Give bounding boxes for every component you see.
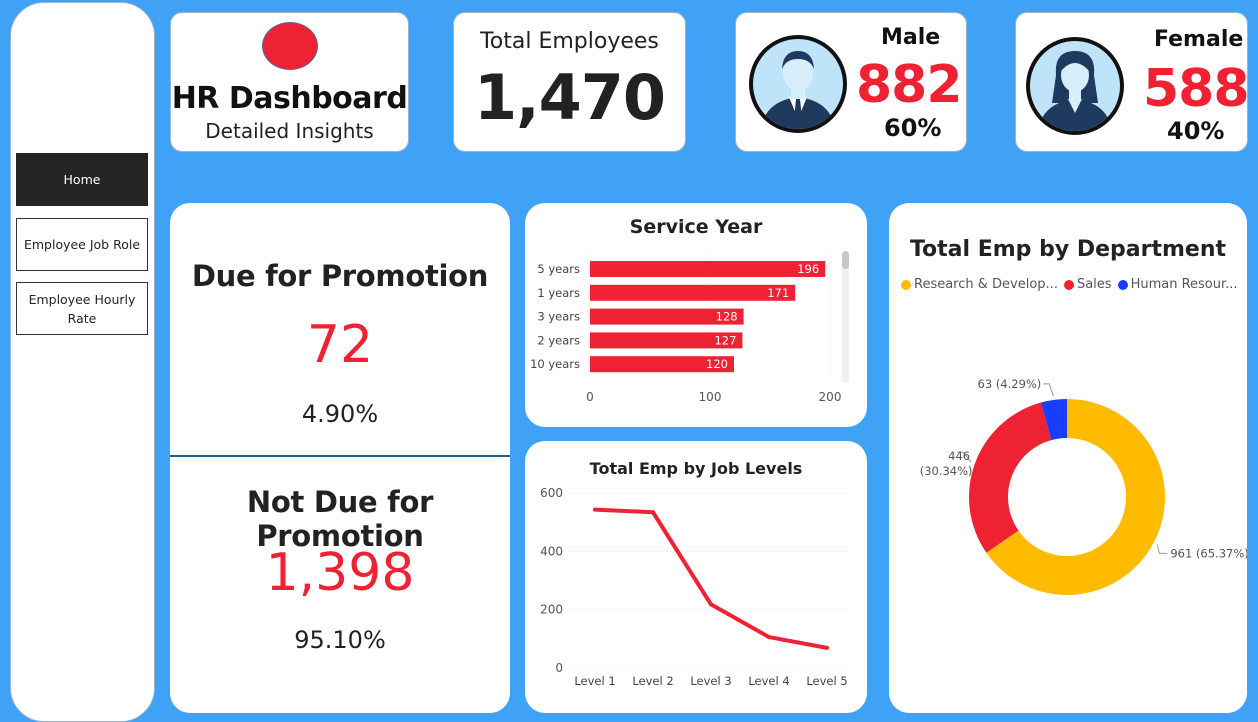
total-employees-label: Total Employees [480,29,659,54]
x-tick-label: Level 4 [748,674,789,688]
data-label-leader [1043,383,1054,397]
scrollbar-track [842,251,849,383]
female-label: Female [1154,27,1244,52]
nav-home-button[interactable]: Home [16,153,148,206]
line-point [593,507,597,512]
bar-data-label: 128 [716,310,738,324]
nav-employee-hourly-rate-button[interactable]: Employee Hourly Rate [16,282,148,335]
donut-data-label: 63 (4.29%) [978,377,1042,391]
male-avatar-icon [749,35,847,133]
female-value: 588 [1143,59,1250,119]
title-card: HR Dashboard Detailed Insights [170,12,409,152]
line-point [709,602,713,607]
y-tick-label: 5 years [537,262,580,276]
sidebar: Home Employee Job Role Employee Hourly R… [10,2,155,722]
male-percentage: 60% [884,114,942,142]
donut-data-label: (30.34%) [920,464,973,478]
due-promotion-value: 72 [306,315,374,375]
due-promotion-percentage: 4.90% [301,400,379,428]
bar [590,261,826,277]
line-series [594,507,828,650]
y-tick-label: 2 years [537,333,580,347]
job-levels-chart-card: Total Emp by Job Levels 0 200 400 600 Level … [525,441,867,713]
bar-data-label: 127 [714,333,736,347]
promotion-divider [170,455,510,457]
x-tick-label: Level 2 [632,674,673,688]
y-tick-label: 600 [540,486,563,500]
line-point [767,635,771,640]
y-tick-label: 3 years [537,310,580,324]
dashboard-subtitle: Detailed Insights [205,119,374,143]
y-tick-label: 0 [555,661,563,675]
y-tick-label: 10 years [530,357,580,371]
bar-data-label: 196 [797,262,819,276]
female-card: Female 588 40% [1015,12,1250,152]
y-tick-label: 200 [540,603,563,617]
y-tick-label: 1 years [537,286,580,300]
service-year-bar-chart: 0 100 200 5 years 196 1 years 171 3 years 128 2 y… [530,251,849,404]
donut-data-label: 961 (65.37%) [1170,546,1247,560]
total-employees-value: 1,470 [473,61,666,134]
job-levels-line-chart: 0 200 400 600 Level 1 Level 2 Level 3 Level 4 Le… [540,486,850,688]
line-point [651,510,655,515]
not-due-promotion-value: 1,398 [265,543,415,603]
not-due-promotion-percentage: 95.10% [294,626,386,654]
male-card: Male 882 60% [735,12,967,152]
male-value: 882 [856,55,963,115]
x-tick-label: Level 3 [690,674,731,688]
x-tick-label: 200 [819,390,842,404]
service-year-chart-card: Service Year 0 100 200 5 years 196 1 years 171… [525,203,867,427]
x-tick-label: Level 1 [574,674,615,688]
x-tick-label: 0 [586,390,594,404]
male-label: Male [881,25,941,50]
due-promotion-label: Due for Promotion [191,259,489,293]
data-label-leader [1156,544,1168,554]
donut-data-label: 446 [948,449,970,463]
x-tick-label: 100 [699,390,722,404]
x-tick-label: Level 5 [806,674,847,688]
scrollbar-thumb [842,251,849,269]
logo-icon [262,22,318,70]
line-point [825,645,829,650]
dashboard-title: HR Dashboard [171,81,408,116]
promotion-panel: Due for Promotion 72 4.90% Not Due for P… [170,203,510,713]
bar-data-label: 171 [767,286,789,300]
bar [590,284,796,301]
y-tick-label: 400 [540,544,563,558]
total-employees-card: Total Employees 1,470 [453,12,686,152]
nav-employee-job-role-button[interactable]: Employee Job Role [16,218,148,271]
bar-data-label: 120 [706,357,728,371]
donut-slice [969,402,1052,553]
female-percentage: 40% [1167,117,1225,145]
female-avatar-icon [1026,37,1124,135]
department-donut-chart: 961 (65.37%) 446(30.34%) 63 (4.29%) [920,377,1247,595]
department-chart-card: Total Emp by Department Research & Devel… [889,203,1247,713]
